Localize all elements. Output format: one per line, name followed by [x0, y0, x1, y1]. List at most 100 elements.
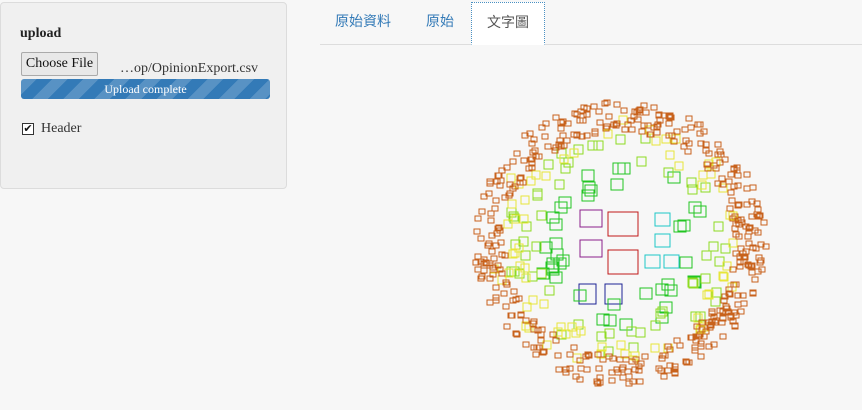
- cloud-word-tiny: [605, 113, 613, 120]
- cloud-word-small: [677, 219, 691, 232]
- cloud-word-tiny: [684, 148, 692, 155]
- cloud-word-small: [708, 241, 719, 252]
- cloud-word-small: [603, 314, 617, 327]
- cloud-word-tiny: [727, 189, 735, 196]
- cloud-word-tiny: [554, 352, 562, 359]
- cloud-word-tiny: [696, 121, 704, 128]
- cloud-word-small: [549, 218, 563, 231]
- cloud-word-tiny: [743, 171, 751, 178]
- cloud-word-tiny: [532, 351, 540, 358]
- cloud-word-tiny: [665, 150, 675, 160]
- cloud-word-tiny: [641, 353, 649, 360]
- cloud-word-small: [617, 162, 631, 175]
- cloud-word-tiny: [727, 171, 735, 178]
- cloud-word-tiny: [743, 185, 751, 192]
- cloud-word-tiny: [541, 171, 551, 181]
- cloud-word-tiny: [506, 173, 516, 183]
- cloud-word-tiny: [685, 115, 693, 122]
- cloud-word-tiny: [492, 284, 500, 291]
- cloud-word-tiny: [728, 197, 736, 204]
- cloud-word-tiny: [616, 340, 626, 350]
- cloud-word-tiny: [734, 172, 742, 179]
- cloud-word-tiny: [503, 323, 511, 330]
- cloud-word-tiny: [491, 205, 499, 212]
- cloud-word-small: [615, 134, 626, 145]
- cloud-word-tiny: [665, 120, 673, 127]
- cloud-word-tiny: [595, 365, 603, 372]
- cloud-word-small: [610, 178, 624, 191]
- cloud-word-tiny: [520, 195, 530, 205]
- cloud-word-small: [679, 256, 693, 269]
- cloud-word-small: [640, 133, 651, 144]
- cloud-word-small: [554, 179, 565, 190]
- cloud-word-tiny: [613, 101, 621, 108]
- cloud-word-tiny: [492, 197, 500, 204]
- cloud-word-tiny: [676, 342, 684, 349]
- cloud-word-tiny: [563, 137, 571, 144]
- cloud-word-tiny: [486, 299, 494, 306]
- cloud-word-tiny: [490, 255, 498, 262]
- cloud-word-tiny: [619, 374, 627, 381]
- cloud-word-tiny: [526, 176, 536, 186]
- cloud-word-small: [644, 254, 661, 269]
- cloud-word-tiny: [524, 323, 534, 333]
- cloud-word-tiny: [638, 128, 646, 135]
- cloud-word-tiny: [660, 373, 668, 380]
- cloud-word-tiny: [474, 215, 482, 222]
- cloud-word-small: [663, 254, 680, 269]
- cloud-word-tiny: [522, 341, 530, 348]
- cloud-word-tiny: [555, 366, 563, 373]
- cloud-word-tiny: [583, 366, 591, 373]
- cloud-word-tiny: [590, 103, 598, 110]
- cloud-word-tiny: [754, 206, 762, 213]
- cloud-word-tiny: [487, 217, 495, 224]
- cloud-word-large: [607, 211, 639, 237]
- cloud-word-tiny: [625, 373, 633, 380]
- cloud-word-small: [543, 159, 554, 170]
- cloud-word-small: [546, 211, 560, 224]
- cloud-word-tiny: [651, 136, 661, 146]
- word-cloud: [472, 99, 770, 387]
- cloud-word-small: [701, 250, 712, 261]
- cloud-word-tiny: [539, 299, 549, 309]
- cloud-word-tiny: [751, 276, 759, 283]
- cloud-word-small: [713, 221, 724, 232]
- cloud-word-tiny: [694, 121, 702, 128]
- cloud-word-tiny: [577, 365, 585, 372]
- cloud-word-tiny: [698, 170, 708, 180]
- cloud-word-small: [549, 271, 563, 284]
- cloud-word-medium: [579, 239, 603, 258]
- cloud-word-small: [688, 201, 702, 214]
- cloud-word-tiny: [474, 266, 482, 273]
- cloud-word-tiny: [473, 228, 481, 235]
- cloud-word-tiny: [760, 219, 768, 226]
- cloud-word-tiny: [513, 150, 521, 157]
- cloud-word-tiny: [697, 353, 705, 360]
- cloud-word-tiny: [718, 175, 726, 182]
- cloud-word-small: [532, 190, 543, 201]
- cloud-word-tiny: [510, 288, 518, 295]
- cloud-word-tiny: [559, 132, 567, 139]
- cloud-word-medium: [579, 209, 603, 228]
- cloud-word-small: [700, 273, 711, 284]
- cloud-word-tiny: [620, 107, 628, 114]
- cloud-word-tiny: [595, 108, 603, 115]
- cloud-word-small: [536, 210, 547, 221]
- cloud-word-tiny: [744, 233, 752, 240]
- cloud-word-small: [635, 327, 646, 338]
- cloud-word-tiny: [681, 126, 689, 133]
- cloud-word-tiny: [608, 377, 616, 384]
- cloud-word-tiny: [477, 235, 485, 242]
- cloud-word-tiny: [500, 290, 508, 297]
- cloud-word-tiny: [636, 378, 644, 385]
- cloud-word-small: [628, 342, 639, 353]
- cloud-word-small: [527, 271, 538, 282]
- cloud-word-small: [596, 313, 610, 326]
- cloud-word-tiny: [576, 326, 586, 336]
- cloud-word-small: [581, 169, 595, 182]
- cloud-word-small: [544, 285, 555, 296]
- cloud-word-small: [639, 287, 653, 300]
- cloud-word-small: [654, 212, 671, 227]
- cloud-word-tiny: [664, 367, 672, 374]
- cloud-word-tiny: [628, 126, 636, 133]
